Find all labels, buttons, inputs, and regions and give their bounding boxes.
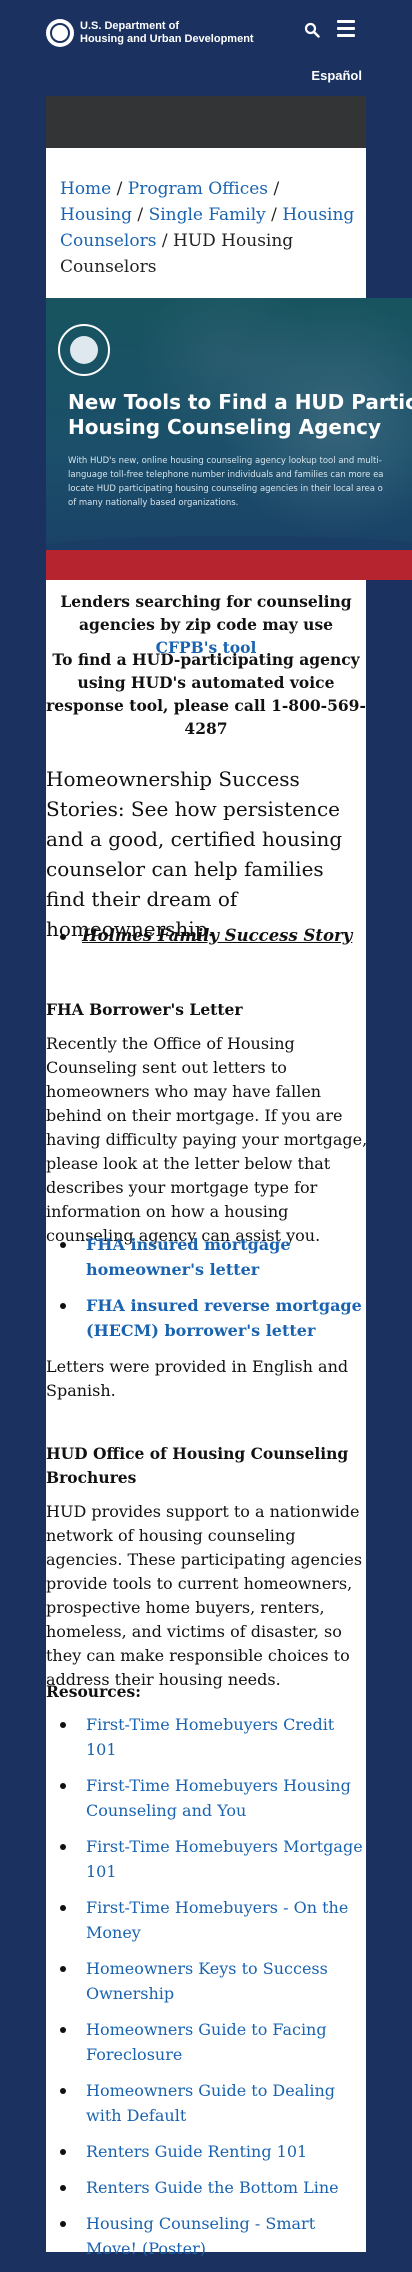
fha-mortgage-letter-link[interactable]: FHA insured mortgage homeowner's letter (86, 1235, 291, 1279)
breadcrumb-program-offices[interactable]: Program Offices (128, 179, 268, 199)
fha-letter-links: FHA insured mortgage homeowner's letter … (60, 1232, 366, 1354)
list-item: FHA insured mortgage homeowner's letter (60, 1232, 366, 1282)
breadcrumb-single-family[interactable]: Single Family (149, 205, 266, 225)
banner-text: With HUD's new, online housing counselin… (68, 454, 412, 510)
breadcrumb-separator: / (116, 179, 123, 199)
resource-link[interactable]: Homeowners Guide to Facing Foreclosure (86, 2020, 327, 2064)
hero-banner[interactable]: New Tools to Find a HUD Particip Housing… (46, 298, 412, 580)
banner-text-line-4: of many nationally based organizations. (68, 498, 239, 508)
banner-title: New Tools to Find a HUD Particip Housing… (68, 390, 412, 440)
hud-seal-icon[interactable] (46, 19, 74, 47)
resource-link[interactable]: First-Time Homebuyers Mortgage 101 (86, 1837, 363, 1881)
list-item: First-Time Homebuyers Housing Counseling… (60, 1773, 366, 1823)
resource-link[interactable]: First-Time Homebuyers Credit 101 (86, 1715, 334, 1759)
fha-letter-body: Recently the Office of Housing Counselin… (46, 1034, 368, 1245)
hecm-letter-link[interactable]: FHA insured reverse mortgage (HECM) borr… (86, 1296, 362, 1340)
resource-link[interactable]: Housing Counseling - Smart Move! (Poster… (86, 2214, 315, 2258)
hud-seal-icon (58, 324, 110, 376)
site-header: U.S. Department of Housing and Urban Dev… (0, 0, 412, 90)
language-link-espanol[interactable]: Español (300, 68, 362, 83)
story-list-item: Holmes Family Success Story (60, 926, 360, 945)
lenders-notice-text: Lenders searching for counseling agencie… (60, 592, 352, 634)
banner-red-stripe (46, 550, 412, 580)
list-item: FHA insured reverse mortgage (HECM) borr… (60, 1293, 366, 1343)
resource-link[interactable]: First-Time Homebuyers Housing Counseling… (86, 1776, 351, 1820)
breadcrumb-separator: / (273, 179, 280, 199)
resource-link[interactable]: Homeowners Guide to Dealing with Default (86, 2081, 335, 2125)
success-stories-lead: Homeownership Success Stories: See how p… (46, 767, 343, 941)
list-item: Homeowners Guide to Dealing with Default (60, 2078, 366, 2128)
agency-line-2: Housing and Urban Development (80, 33, 254, 45)
resource-link[interactable]: Homeowners Keys to Success Ownership (86, 1959, 328, 2003)
resources-label: Resources: (46, 1682, 141, 1701)
breadcrumb-separator: / (137, 205, 144, 225)
breadcrumb-separator: / (271, 205, 277, 225)
list-item: Housing Counseling - Smart Move! (Poster… (60, 2211, 366, 2261)
brochures-heading: HUD Office of Housing Counseling Brochur… (46, 1444, 349, 1487)
breadcrumb: Home / Program Offices / Housing / Singl… (60, 176, 356, 280)
banner-text-line-2: language toll-free telephone number indi… (68, 470, 384, 480)
holmes-family-story-link[interactable]: Holmes Family Success Story (82, 926, 352, 945)
banner-title-line-2: Housing Counseling Agency (68, 415, 382, 439)
list-item: First-Time Homebuyers Credit 101 (60, 1712, 366, 1762)
banner-text-line-1: With HUD's new, online housing counselin… (68, 456, 382, 466)
bullet-icon (60, 933, 66, 940)
list-item: First-Time Homebuyers Mortgage 101 (60, 1834, 366, 1884)
phone-notice: To find a HUD-participating agency using… (46, 650, 366, 738)
banner-title-line-1: New Tools to Find a HUD Particip (68, 390, 412, 414)
list-item: Homeowners Keys to Success Ownership (60, 1956, 366, 2006)
menu-icon[interactable] (337, 20, 357, 38)
list-item: Renters Guide Renting 101 (60, 2139, 366, 2164)
breadcrumb-home[interactable]: Home (60, 179, 111, 199)
list-item: Renters Guide the Bottom Line (60, 2175, 366, 2200)
breadcrumb-housing[interactable]: Housing (60, 205, 132, 225)
search-icon[interactable] (304, 22, 320, 38)
letters-language-note: Letters were provided in English and Spa… (46, 1357, 349, 1400)
resource-link[interactable]: Renters Guide Renting 101 (86, 2142, 307, 2161)
resource-link[interactable]: First-Time Homebuyers - On the Money (86, 1898, 348, 1942)
brochures-body: HUD provides support to a nationwide net… (46, 1502, 363, 1689)
resources-list: First-Time Homebuyers Credit 101 First-T… (60, 1712, 366, 2272)
gray-banner-bar (46, 96, 366, 148)
list-item: Homeowners Guide to Facing Foreclosure (60, 2017, 366, 2067)
agency-name[interactable]: U.S. Department of Housing and Urban Dev… (80, 20, 254, 46)
fha-letter-heading: FHA Borrower's Letter (46, 1000, 243, 1019)
agency-line-1: U.S. Department of (80, 20, 180, 32)
breadcrumb-separator: / (161, 231, 168, 251)
resource-link[interactable]: Renters Guide the Bottom Line (86, 2178, 339, 2197)
banner-text-line-3: locate HUD participating housing counsel… (68, 484, 383, 494)
list-item: First-Time Homebuyers - On the Money (60, 1895, 366, 1945)
